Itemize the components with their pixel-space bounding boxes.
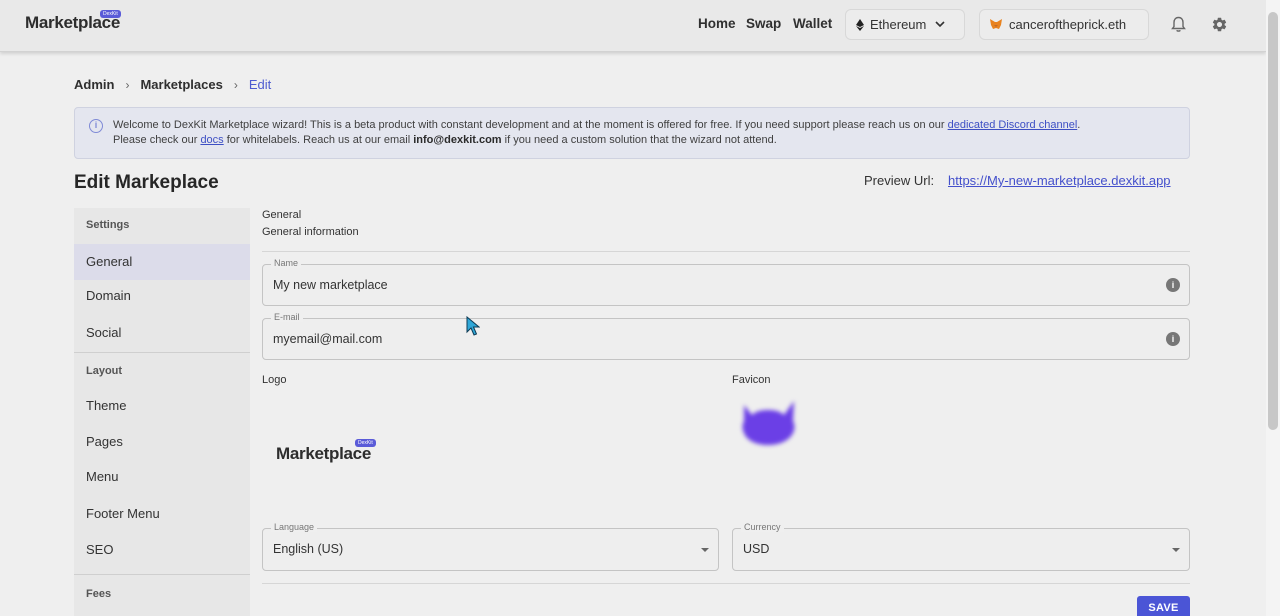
preview-url-link[interactable]: https://My-new-marketplace.dexkit.app [948, 173, 1171, 188]
logo-image[interactable]: Marketplace [276, 444, 371, 464]
gear-icon [1212, 17, 1226, 31]
email-input[interactable] [273, 332, 1014, 346]
notifications-button[interactable] [1167, 13, 1189, 35]
caret-down-icon [701, 548, 709, 552]
section-subtitle: General information [262, 226, 359, 238]
info-icon[interactable]: i [1166, 278, 1180, 292]
language-field-label: Language [271, 522, 318, 532]
breadcrumb: Admin › Marketplaces › Edit [74, 77, 271, 92]
breadcrumb-admin[interactable]: Admin [74, 77, 114, 92]
section-divider [262, 251, 1190, 252]
caret-down-icon [1172, 548, 1180, 552]
info-banner: i Welcome to DexKit Marketplace wizard! … [74, 107, 1190, 159]
currency-select[interactable]: Currency USD [732, 522, 1190, 571]
currency-value: USD [743, 542, 770, 556]
banner-text: for whitelabels. Reach us at our email [223, 134, 414, 146]
nav-swap-link[interactable]: Swap [746, 16, 781, 31]
banner-line-1: Welcome to DexKit Marketplace wizard! Th… [113, 118, 1173, 133]
logo-label: Logo [262, 374, 287, 386]
nav-home-link[interactable]: Home [698, 16, 736, 31]
sidebar-header-settings: Settings [86, 219, 130, 231]
banner-line-2: Please check our docs for whitelabels. R… [113, 133, 1173, 148]
logo-badge: DexKit [355, 439, 376, 447]
sidebar-divider [74, 574, 250, 575]
account-label: canceroftheprick.eth [1009, 17, 1127, 32]
cursor-icon [466, 316, 480, 336]
sidebar-header-fees: Fees [86, 588, 112, 600]
currency-field-label: Currency [741, 522, 784, 532]
sidebar-item-footer-menu[interactable]: Footer Menu [74, 496, 250, 532]
sidebar-item-menu[interactable]: Menu [74, 459, 250, 495]
sidebar-item-seo[interactable]: SEO [74, 532, 250, 568]
brand-badge: DexKit [100, 10, 121, 18]
settings-sidebar: Settings General Domain Social Layout Th… [74, 208, 250, 616]
page-title: Edit Markeplace [74, 172, 219, 193]
sidebar-item-social[interactable]: Social [74, 315, 250, 351]
language-select[interactable]: Language English (US) [262, 522, 719, 571]
breadcrumb-separator-icon: › [233, 77, 238, 92]
breadcrumb-separator-icon: › [125, 77, 130, 92]
email-field[interactable]: E-mail i [262, 312, 1190, 360]
sidebar-item-domain[interactable]: Domain [74, 278, 250, 314]
form-divider [262, 583, 1190, 584]
banner-text: . [1077, 119, 1081, 131]
ethereum-icon [856, 18, 864, 31]
info-icon[interactable]: i [1166, 332, 1180, 346]
bell-icon [1170, 16, 1186, 32]
sidebar-divider [74, 352, 250, 353]
account-button[interactable]: canceroftheprick.eth [979, 9, 1149, 40]
save-button[interactable]: SAVE [1137, 596, 1190, 616]
metamask-icon [990, 19, 1002, 29]
banner-text: Please check our [113, 134, 201, 146]
network-label: Ethereum [870, 17, 927, 32]
breadcrumb-edit: Edit [248, 77, 272, 92]
banner-text: Welcome to DexKit Marketplace wizard! Th… [113, 119, 948, 131]
sidebar-item-theme[interactable]: Theme [74, 388, 250, 424]
docs-link[interactable]: docs [200, 134, 223, 146]
name-field[interactable]: Name i [262, 258, 1190, 306]
chevron-down-icon [935, 21, 945, 28]
favicon-label: Favicon [732, 374, 771, 386]
language-value: English (US) [273, 542, 344, 556]
favicon-image[interactable] [738, 395, 798, 449]
nav-wallet-link[interactable]: Wallet [793, 16, 832, 31]
sidebar-header-layout: Layout [86, 365, 123, 377]
section-title: General [262, 209, 302, 221]
name-input[interactable] [273, 278, 1014, 292]
sidebar-item-pages[interactable]: Pages [74, 424, 250, 460]
banner-text: if you need a custom solution that the w… [501, 134, 777, 146]
support-email: info@dexkit.com [413, 134, 502, 146]
settings-button[interactable] [1208, 13, 1230, 35]
network-selector[interactable]: Ethereum [845, 9, 965, 40]
scrollbar-thumb[interactable] [1268, 12, 1278, 430]
info-circle-icon: i [89, 119, 103, 133]
sidebar-item-general[interactable]: General [74, 244, 250, 280]
name-field-label: Name [271, 258, 302, 268]
top-app-bar: Marketplace DexKit Home Swap Wallet Ethe… [0, 0, 1266, 52]
breadcrumb-marketplaces[interactable]: Marketplaces [140, 77, 222, 92]
email-field-label: E-mail [271, 312, 303, 322]
page-scrollbar[interactable] [1266, 0, 1280, 616]
preview-url-label: Preview Url: [864, 173, 935, 188]
discord-link[interactable]: dedicated Discord channel [948, 119, 1078, 131]
